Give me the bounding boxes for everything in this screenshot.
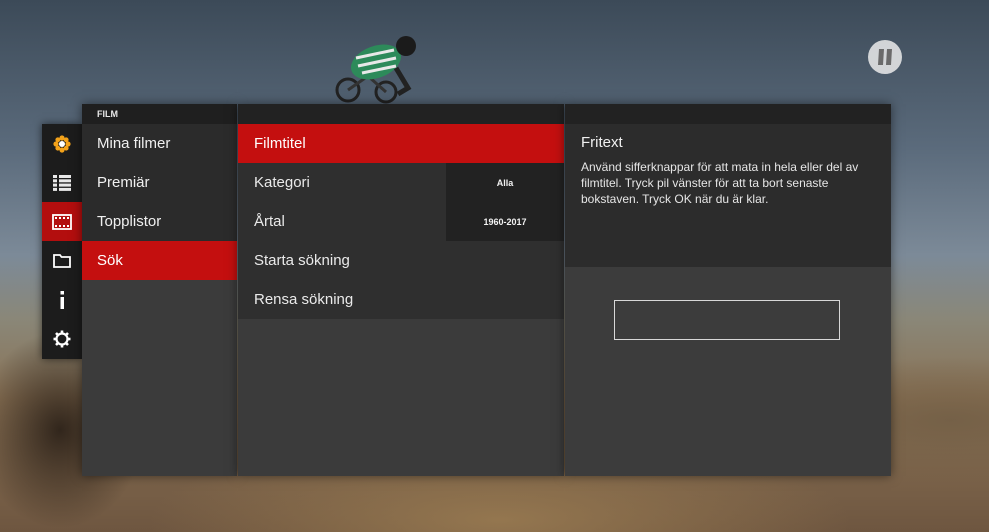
search-row-label: Rensa sökning: [254, 291, 354, 308]
film-menu-panel: FILM Mina filmer Premiär Topplistor Sök: [82, 104, 237, 476]
search-row-filmtitel[interactable]: Filmtitel: [238, 124, 564, 163]
film-icon: [52, 213, 72, 230]
menu-item-topplistor[interactable]: Topplistor: [82, 202, 237, 241]
menu-item-mina-filmer[interactable]: Mina filmer: [82, 124, 237, 163]
detail-panel-header: [565, 104, 891, 124]
search-options-panel: Filmtitel Kategori Alla Årtal 1960-2017 …: [238, 104, 564, 476]
sidebar-item-start[interactable]: [42, 124, 82, 163]
search-row-value: Alla: [446, 163, 564, 202]
free-text-input[interactable]: [614, 300, 840, 340]
sidebar-item-recordings[interactable]: [42, 241, 82, 280]
sidebar-item-info[interactable]: [42, 280, 82, 319]
detail-description: Använd sifferknappar för att mata in hel…: [581, 160, 859, 206]
menu-item-premiar[interactable]: Premiär: [82, 163, 237, 202]
sidebar-item-guide[interactable]: [42, 163, 82, 202]
detail-info: Fritext Använd sifferknappar för att mat…: [565, 124, 891, 267]
search-row-value: 1960-2017: [446, 202, 564, 241]
search-panel-header: [238, 104, 564, 124]
sidebar-item-settings[interactable]: [42, 319, 82, 358]
search-row-kategori[interactable]: Kategori Alla: [238, 163, 564, 202]
menu-item-sok[interactable]: Sök: [82, 241, 237, 280]
mountain-biker-image: [335, 36, 416, 104]
folder-icon: [53, 254, 71, 268]
start-search-button[interactable]: Starta sökning: [238, 241, 564, 280]
search-row-artal[interactable]: Årtal 1960-2017: [238, 202, 564, 241]
film-menu-header: FILM: [82, 104, 237, 124]
search-row-label: Filmtitel: [254, 135, 306, 152]
gear-icon: [53, 330, 71, 347]
icon-sidebar: [42, 124, 82, 359]
search-row-label: Starta sökning: [254, 252, 350, 269]
flower-icon: [53, 134, 71, 153]
search-row-label: Kategori: [254, 174, 310, 191]
info-icon: [60, 290, 64, 309]
clear-search-button[interactable]: Rensa sökning: [238, 280, 564, 319]
sidebar-item-film[interactable]: [42, 202, 82, 241]
channel-logo: [868, 40, 902, 74]
search-options-list: Filmtitel Kategori Alla Årtal 1960-2017 …: [238, 124, 564, 319]
grid-icon: [53, 174, 71, 191]
film-menu-list: Mina filmer Premiär Topplistor Sök: [82, 124, 237, 280]
detail-panel: Fritext Använd sifferknappar för att mat…: [565, 104, 891, 476]
search-row-label: Årtal: [254, 213, 285, 230]
detail-title: Fritext: [581, 134, 623, 151]
